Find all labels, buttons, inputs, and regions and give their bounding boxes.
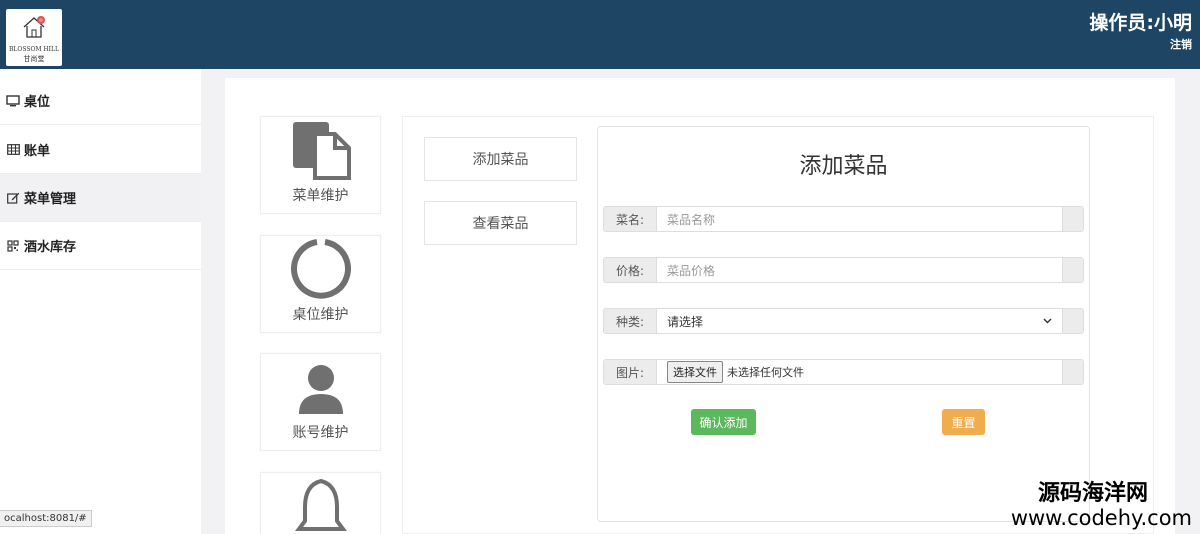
file-status-text: 未选择任何文件 (727, 366, 804, 379)
sidebar-item-drinks-inventory[interactable]: 酒水库存 (0, 222, 201, 270)
input-addon (1062, 258, 1083, 282)
dish-type-row: 种类: 请选择 (603, 308, 1084, 334)
add-dish-tab-button[interactable]: 添加菜品 (424, 137, 577, 181)
copy-icon (293, 122, 351, 180)
logo-text-cn: 甘尚堂 (23, 55, 45, 63)
confirm-add-button[interactable]: 确认添加 (691, 409, 756, 435)
watermark-cn: 源码海洋网 (1037, 481, 1148, 506)
dish-type-selected-value: 请选择 (667, 314, 704, 329)
watermark: 源码海洋网 www.codehy.com (1010, 481, 1192, 531)
input-addon (1062, 360, 1083, 384)
dish-name-label: 菜名: (604, 207, 657, 231)
input-addon (1062, 309, 1083, 333)
sidebar: 桌位 账单 菜单管理 酒水库存 (0, 69, 201, 534)
tile-label: 账号维护 (292, 425, 349, 441)
top-bar: BLOSSOM HILL 甘尚堂 操作员:小明 注销 (0, 0, 1200, 69)
sidebar-item-label: 酒水库存 (24, 240, 77, 255)
house-logo-icon (23, 16, 45, 38)
dish-image-label: 图片: (604, 360, 657, 384)
table-icon (2, 144, 24, 155)
sidebar-item-label: 账单 (24, 144, 51, 159)
sidebar-item-menu-management[interactable]: 菜单管理 (0, 174, 201, 222)
chevron-down-icon (1043, 318, 1052, 324)
dish-type-select[interactable]: 请选择 (657, 309, 1062, 333)
edit-icon (2, 192, 24, 204)
tile-label: 菜单维护 (292, 188, 349, 204)
ring-icon (291, 239, 351, 299)
operator-name: 操作员:小明 (1089, 12, 1192, 34)
tile-account-maintenance[interactable]: 账号维护 (260, 353, 381, 451)
grid-icon (2, 239, 24, 252)
monitor-icon (2, 94, 24, 107)
tile-table-maintenance[interactable]: 桌位维护 (260, 235, 381, 333)
status-bar-url: ocalhost:8081/# (0, 510, 92, 527)
sidebar-item-label: 菜单管理 (24, 192, 77, 207)
tile-label: 桌位维护 (292, 307, 349, 323)
tile-notifications[interactable] (260, 472, 381, 534)
dish-price-row: 价格: 菜品价格 (603, 257, 1084, 283)
logo[interactable]: BLOSSOM HILL 甘尚堂 (6, 9, 62, 66)
logo-text-en: BLOSSOM HILL (9, 46, 59, 53)
choose-file-button[interactable]: 选择文件 (667, 361, 723, 383)
dish-name-input[interactable]: 菜品名称 (657, 207, 1062, 231)
dish-image-file-input: 选择文件 未选择任何文件 (657, 360, 1062, 384)
dish-price-input[interactable]: 菜品价格 (657, 258, 1062, 282)
dish-type-label: 种类: (604, 309, 657, 333)
watermark-en: www.codehy.com (1010, 506, 1192, 530)
bell-icon (295, 478, 347, 531)
reset-button[interactable]: 重置 (942, 409, 985, 435)
sidebar-item-tables[interactable]: 桌位 (0, 77, 201, 125)
form-title: 添加菜品 (799, 154, 888, 179)
user-icon (299, 365, 343, 414)
sidebar-item-bills[interactable]: 账单 (0, 126, 201, 174)
dish-image-row: 图片: 选择文件 未选择任何文件 (603, 359, 1084, 385)
logout-link[interactable]: 注销 (1170, 36, 1192, 52)
input-addon (1062, 207, 1083, 231)
sidebar-item-label: 桌位 (24, 95, 51, 110)
tile-menu-maintenance[interactable]: 菜单维护 (260, 116, 381, 214)
dish-price-label: 价格: (604, 258, 657, 282)
view-dishes-tab-button[interactable]: 查看菜品 (424, 201, 577, 245)
dish-name-row: 菜名: 菜品名称 (603, 206, 1084, 232)
